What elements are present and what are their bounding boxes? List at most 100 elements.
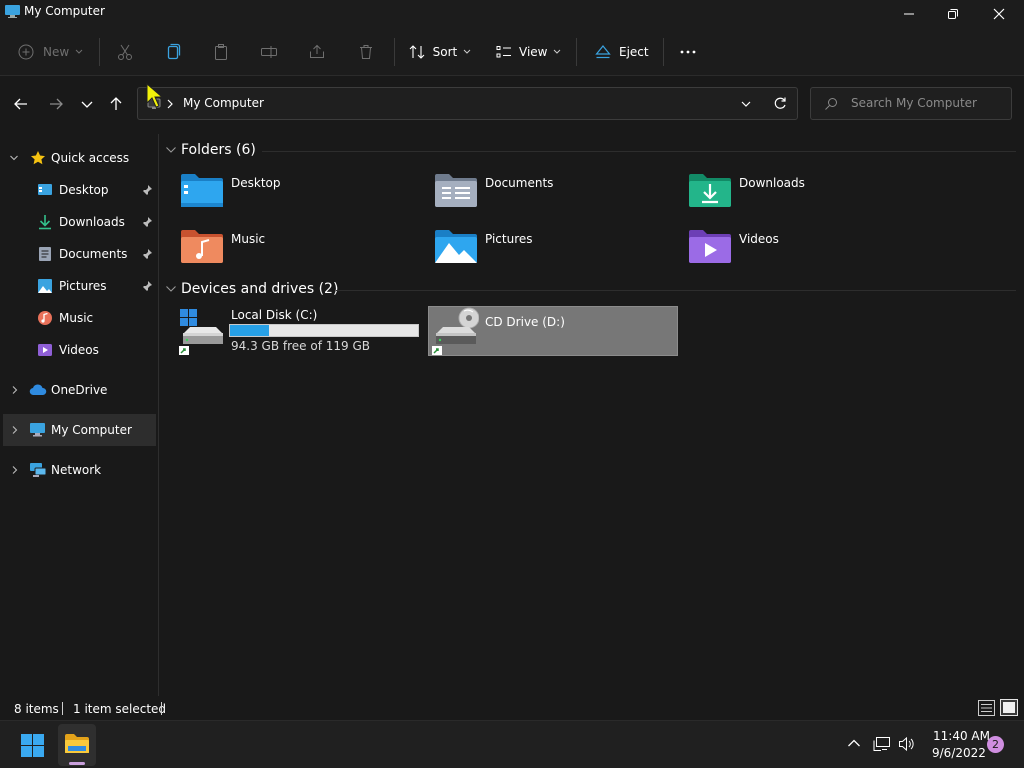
chevron-down-icon[interactable]: [9, 153, 19, 163]
details-view-icon[interactable]: [978, 700, 995, 716]
start-button[interactable]: [16, 729, 48, 761]
nav-item-music[interactable]: Music: [0, 302, 156, 334]
chevron-right-icon[interactable]: [10, 465, 20, 475]
refresh-icon[interactable]: [773, 96, 787, 110]
download-icon: [39, 215, 51, 230]
nav-label: Videos: [59, 343, 99, 357]
chevron-right-icon[interactable]: [10, 385, 20, 395]
command-bar: New Sort View Eject: [0, 28, 1024, 76]
pin-icon[interactable]: [141, 248, 153, 260]
group-divider: [262, 151, 1016, 152]
nav-label: Documents: [59, 247, 128, 261]
volume-icon[interactable]: [898, 736, 916, 752]
search-placeholder: Search My Computer: [851, 96, 977, 110]
star-icon: [31, 151, 45, 165]
folder-tile-downloads[interactable]: Downloads: [684, 168, 930, 214]
pane-divider[interactable]: [158, 134, 159, 696]
minimize-button[interactable]: [886, 0, 932, 28]
nav-label: Pictures: [59, 279, 107, 293]
chevron-down-icon[interactable]: [165, 284, 177, 294]
view-label: View: [519, 45, 548, 59]
paste-button[interactable]: [212, 38, 232, 66]
chevron-down-icon: [81, 101, 93, 108]
title-bar[interactable]: My Computer: [0, 0, 1024, 28]
search-box[interactable]: Search My Computer: [810, 87, 1012, 120]
drive-tile-cd-drive-d[interactable]: CD Drive (D:): [428, 306, 678, 356]
chevron-up-icon[interactable]: [847, 738, 861, 748]
folder-label: Downloads: [739, 176, 805, 190]
clock-time[interactable]: 11:40 AM: [933, 729, 990, 743]
address-bar[interactable]: My Computer: [137, 87, 798, 120]
recent-locations-button[interactable]: [78, 94, 96, 114]
up-button[interactable]: [106, 94, 126, 114]
downloads-folder-icon: [689, 174, 731, 207]
clock-date[interactable]: 9/6/2022: [932, 746, 986, 760]
restore-icon: [948, 9, 958, 19]
documents-folder-icon: [435, 174, 477, 207]
folder-tile-documents[interactable]: Documents: [430, 168, 676, 214]
eject-button[interactable]: Eject: [594, 38, 654, 66]
chevron-right-icon[interactable]: [10, 425, 20, 435]
mouse-cursor-icon: [146, 83, 164, 108]
computer-icon: [5, 5, 20, 18]
rename-button[interactable]: [260, 38, 280, 66]
nav-quick-access[interactable]: Quick access: [0, 142, 156, 174]
nav-label: Music: [59, 311, 94, 325]
new-button[interactable]: New: [18, 38, 88, 66]
nav-item-pictures[interactable]: Pictures: [0, 270, 156, 302]
cut-button[interactable]: [116, 38, 136, 66]
search-icon: [825, 98, 837, 110]
tiles-view-icon[interactable]: [1000, 699, 1018, 716]
drives-group-title[interactable]: Devices and drives (2): [181, 281, 338, 297]
pin-icon[interactable]: [141, 280, 153, 292]
folders-group-title[interactable]: Folders (6): [181, 142, 256, 158]
taskbar-file-explorer-button[interactable]: [58, 724, 96, 766]
copy-icon: [167, 43, 181, 60]
music-icon: [38, 311, 52, 325]
chevron-right-icon: [167, 99, 173, 109]
folder-label: Music: [231, 232, 266, 246]
forward-button[interactable]: [46, 94, 66, 114]
nav-item-videos[interactable]: Videos: [0, 334, 156, 366]
sort-button[interactable]: Sort: [408, 38, 472, 66]
folder-tile-music[interactable]: Music: [176, 224, 422, 270]
hard-drive-icon: [179, 309, 223, 355]
scissors-icon: [118, 44, 132, 60]
desktop-folder-icon: [38, 184, 52, 195]
more-options-button[interactable]: [679, 38, 699, 66]
delete-button[interactable]: [357, 38, 377, 66]
pin-icon[interactable]: [141, 184, 153, 196]
taskbar: 11:40 AM 9/6/2022 2: [0, 720, 1024, 768]
nav-item-desktop[interactable]: Desktop: [0, 174, 156, 206]
plus-circle-icon: [18, 44, 34, 60]
copy-button[interactable]: [164, 38, 184, 66]
clipboard-icon: [215, 44, 227, 60]
cd-drive-icon: [432, 307, 479, 355]
group-divider: [336, 290, 1016, 291]
chevron-down-icon[interactable]: [740, 99, 752, 109]
folder-tile-pictures[interactable]: Pictures: [430, 224, 676, 270]
nav-network[interactable]: Network: [0, 454, 156, 486]
address-path: My Computer: [183, 96, 264, 110]
network-status-icon[interactable]: [873, 736, 891, 752]
more-icon: [680, 50, 696, 54]
view-button[interactable]: View: [495, 38, 565, 66]
share-button[interactable]: [308, 38, 328, 66]
back-button[interactable]: [11, 94, 31, 114]
close-button[interactable]: [976, 0, 1022, 28]
folder-tile-desktop[interactable]: Desktop: [176, 168, 422, 214]
notification-badge[interactable]: 2: [987, 736, 1004, 753]
toolbar-separator: [576, 38, 577, 66]
folder-tile-videos[interactable]: Videos: [684, 224, 930, 270]
chevron-down-icon[interactable]: [165, 145, 177, 155]
nav-item-downloads[interactable]: Downloads: [0, 206, 156, 238]
nav-my-computer[interactable]: My Computer: [3, 414, 156, 446]
share-icon: [310, 44, 324, 58]
pin-icon[interactable]: [141, 216, 153, 228]
eject-icon: [595, 45, 611, 59]
nav-item-documents[interactable]: Documents: [0, 238, 156, 270]
restore-button[interactable]: [930, 0, 976, 28]
nav-onedrive[interactable]: OneDrive: [0, 374, 156, 406]
navigation-pane: Quick access Desktop Downloads Documents…: [0, 134, 158, 694]
folder-label: Videos: [739, 232, 779, 246]
